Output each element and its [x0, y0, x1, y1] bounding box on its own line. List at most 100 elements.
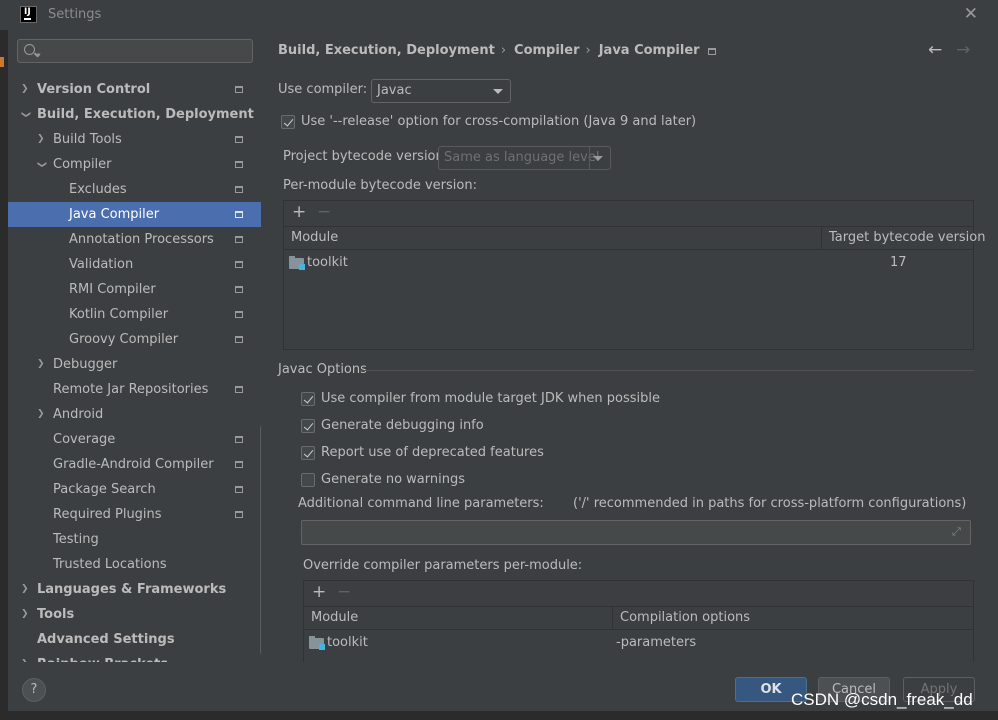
column-header[interactable]: Compilation options: [612, 607, 973, 630]
sidebar-item-remote-jar-repositories[interactable]: Remote Jar Repositories: [8, 377, 261, 402]
remove-icon: −: [317, 202, 332, 222]
sidebar-item-label: Annotation Processors: [69, 232, 214, 247]
project-settings-icon: [235, 136, 243, 143]
sidebar-item-required-plugins[interactable]: Required Plugins: [8, 502, 261, 527]
sidebar-item-label: Android: [53, 407, 104, 422]
sidebar-item-rmi-compiler[interactable]: RMI Compiler: [8, 277, 261, 302]
sidebar-item-debugger[interactable]: ❯ Debugger: [8, 352, 261, 377]
sidebar-item-label: Package Search: [53, 482, 156, 497]
chevron-down-icon[interactable]: ❯: [12, 111, 37, 119]
breadcrumb-separator: ›: [585, 43, 591, 58]
breadcrumb-item[interactable]: Compiler: [514, 43, 579, 58]
sidebar-item-label: Required Plugins: [53, 507, 162, 522]
sidebar-item-compiler[interactable]: ❯ Compiler: [8, 152, 261, 177]
chevron-down-icon[interactable]: ❯: [28, 161, 53, 169]
override-params-table: + − Module Compilation options toolkit -…: [303, 580, 974, 670]
sidebar-item-build-tools[interactable]: ❯ Build Tools: [8, 127, 261, 152]
sidebar-item-label: Compiler: [53, 157, 112, 172]
project-settings-icon: [235, 511, 243, 518]
chevron-right-icon[interactable]: ❯: [37, 127, 45, 152]
sidebar-item-label: Rainbow Brackets: [37, 652, 168, 662]
edge-marker: [0, 57, 4, 67]
option-label: Report use of deprecated features: [321, 445, 544, 460]
sidebar-scrollbar[interactable]: [260, 425, 261, 655]
debug-info-checkbox[interactable]: [301, 419, 315, 433]
chevron-right-icon[interactable]: ❯: [21, 652, 29, 662]
help-button[interactable]: ?: [22, 678, 46, 702]
per-module-table: + − Module Target bytecode version toolk…: [283, 200, 986, 350]
sidebar-item-java-compiler[interactable]: Java Compiler: [8, 202, 261, 227]
forward-arrow-icon: →: [956, 40, 971, 60]
release-option-checkbox[interactable]: [281, 115, 295, 129]
sidebar-item-label: Trusted Locations: [53, 557, 167, 572]
additional-params-input[interactable]: ⤢: [301, 520, 971, 545]
chevron-right-icon[interactable]: ❯: [37, 402, 45, 427]
table-header: Module Compilation options: [304, 606, 973, 630]
sidebar-item-coverage[interactable]: Coverage: [8, 427, 261, 452]
sidebar-item-validation[interactable]: Validation: [8, 252, 261, 277]
search-input[interactable]: ▾: [17, 39, 253, 63]
project-settings-icon: [235, 486, 243, 493]
sidebar-item-testing[interactable]: Testing: [8, 527, 261, 552]
deprecated-checkbox[interactable]: [301, 446, 315, 460]
chevron-down-icon: [593, 156, 603, 161]
sidebar-item-tools[interactable]: ❯ Tools: [8, 602, 261, 627]
sidebar-item-package-search[interactable]: Package Search: [8, 477, 261, 502]
bytecode-version-value: Same as language level: [444, 150, 600, 165]
column-header[interactable]: Module: [304, 607, 612, 630]
chevron-right-icon[interactable]: ❯: [37, 352, 45, 377]
add-icon[interactable]: +: [312, 582, 326, 602]
sidebar-item-label: Excludes: [69, 182, 127, 197]
sidebar-item-advanced-settings[interactable]: Advanced Settings: [8, 627, 261, 652]
sidebar-item-groovy-compiler[interactable]: Groovy Compiler: [8, 327, 261, 352]
table-header: Module Target bytecode version: [284, 226, 986, 250]
sidebar-item-gradle-android-compiler[interactable]: Gradle-Android Compiler: [8, 452, 261, 477]
project-settings-icon: [235, 286, 243, 293]
project-settings-icon: [235, 261, 243, 268]
sidebar-item-languages-frameworks[interactable]: ❯ Languages & Frameworks: [8, 577, 261, 602]
breadcrumb: Build, Execution, Deployment › Compiler › Ja…: [278, 43, 722, 58]
project-settings-icon: [235, 386, 243, 393]
project-settings-icon: [235, 86, 243, 93]
table-toolbar: + −: [284, 201, 973, 225]
chevron-right-icon[interactable]: ❯: [21, 77, 29, 102]
close-icon[interactable]: ✕: [964, 4, 978, 24]
breadcrumb-separator: ›: [500, 43, 507, 58]
release-option-label: Use '--release' option for cross-compila…: [301, 114, 697, 129]
expand-icon[interactable]: ⤢: [952, 526, 964, 538]
sidebar-item-label: Tools: [37, 607, 75, 622]
column-header[interactable]: Module: [284, 227, 821, 250]
search-icon: [24, 44, 35, 55]
chevron-right-icon[interactable]: ❯: [21, 577, 29, 602]
chevron-right-icon[interactable]: ❯: [21, 602, 29, 627]
sidebar-item-label: Gradle-Android Compiler: [53, 457, 214, 472]
sidebar-item-android[interactable]: ❯ Android: [8, 402, 261, 427]
project-settings-icon: [235, 161, 243, 168]
option-label: Generate debugging info: [321, 418, 484, 433]
window-title: Settings: [48, 7, 102, 22]
add-icon[interactable]: +: [292, 202, 306, 222]
back-arrow-icon[interactable]: ←: [928, 40, 942, 60]
sidebar-item-label: Debugger: [53, 357, 118, 372]
sidebar-item-build-execution-deployment[interactable]: ❯ Build, Execution, Deployment: [8, 102, 261, 127]
sidebar-item-annotation-processors[interactable]: Annotation Processors: [8, 227, 261, 252]
additional-params-label: Additional command line parameters:: [298, 496, 544, 511]
sidebar-item-rainbow-brackets[interactable]: ❯ Rainbow Brackets: [8, 652, 261, 662]
project-settings-icon: [235, 311, 243, 318]
use-compiler-select[interactable]: Javac: [371, 79, 511, 103]
settings-tree: ❯ Version Control ❯ Build, Execution, Deplo…: [8, 77, 261, 662]
breadcrumb-item[interactable]: Build, Execution, Deployment: [278, 43, 495, 58]
sidebar-item-version-control[interactable]: ❯ Version Control: [8, 77, 261, 102]
option-label: Use compiler from module target JDK when…: [321, 391, 660, 406]
column-header[interactable]: Target bytecode version: [821, 227, 986, 250]
module-jdk-checkbox[interactable]: [301, 392, 315, 406]
sidebar-item-kotlin-compiler[interactable]: Kotlin Compiler: [8, 302, 261, 327]
no-warnings-checkbox[interactable]: [301, 473, 315, 487]
chevron-down-icon: [493, 89, 503, 94]
use-compiler-label: Use compiler:: [278, 82, 368, 97]
sidebar-item-label: Version Control: [37, 82, 151, 97]
watermark: CSDN @csdn_freak_dd: [791, 690, 973, 709]
sidebar-item-excludes[interactable]: Excludes: [8, 177, 261, 202]
search-dropdown-icon: ▾: [37, 51, 41, 59]
sidebar-item-trusted-locations[interactable]: Trusted Locations: [8, 552, 261, 577]
